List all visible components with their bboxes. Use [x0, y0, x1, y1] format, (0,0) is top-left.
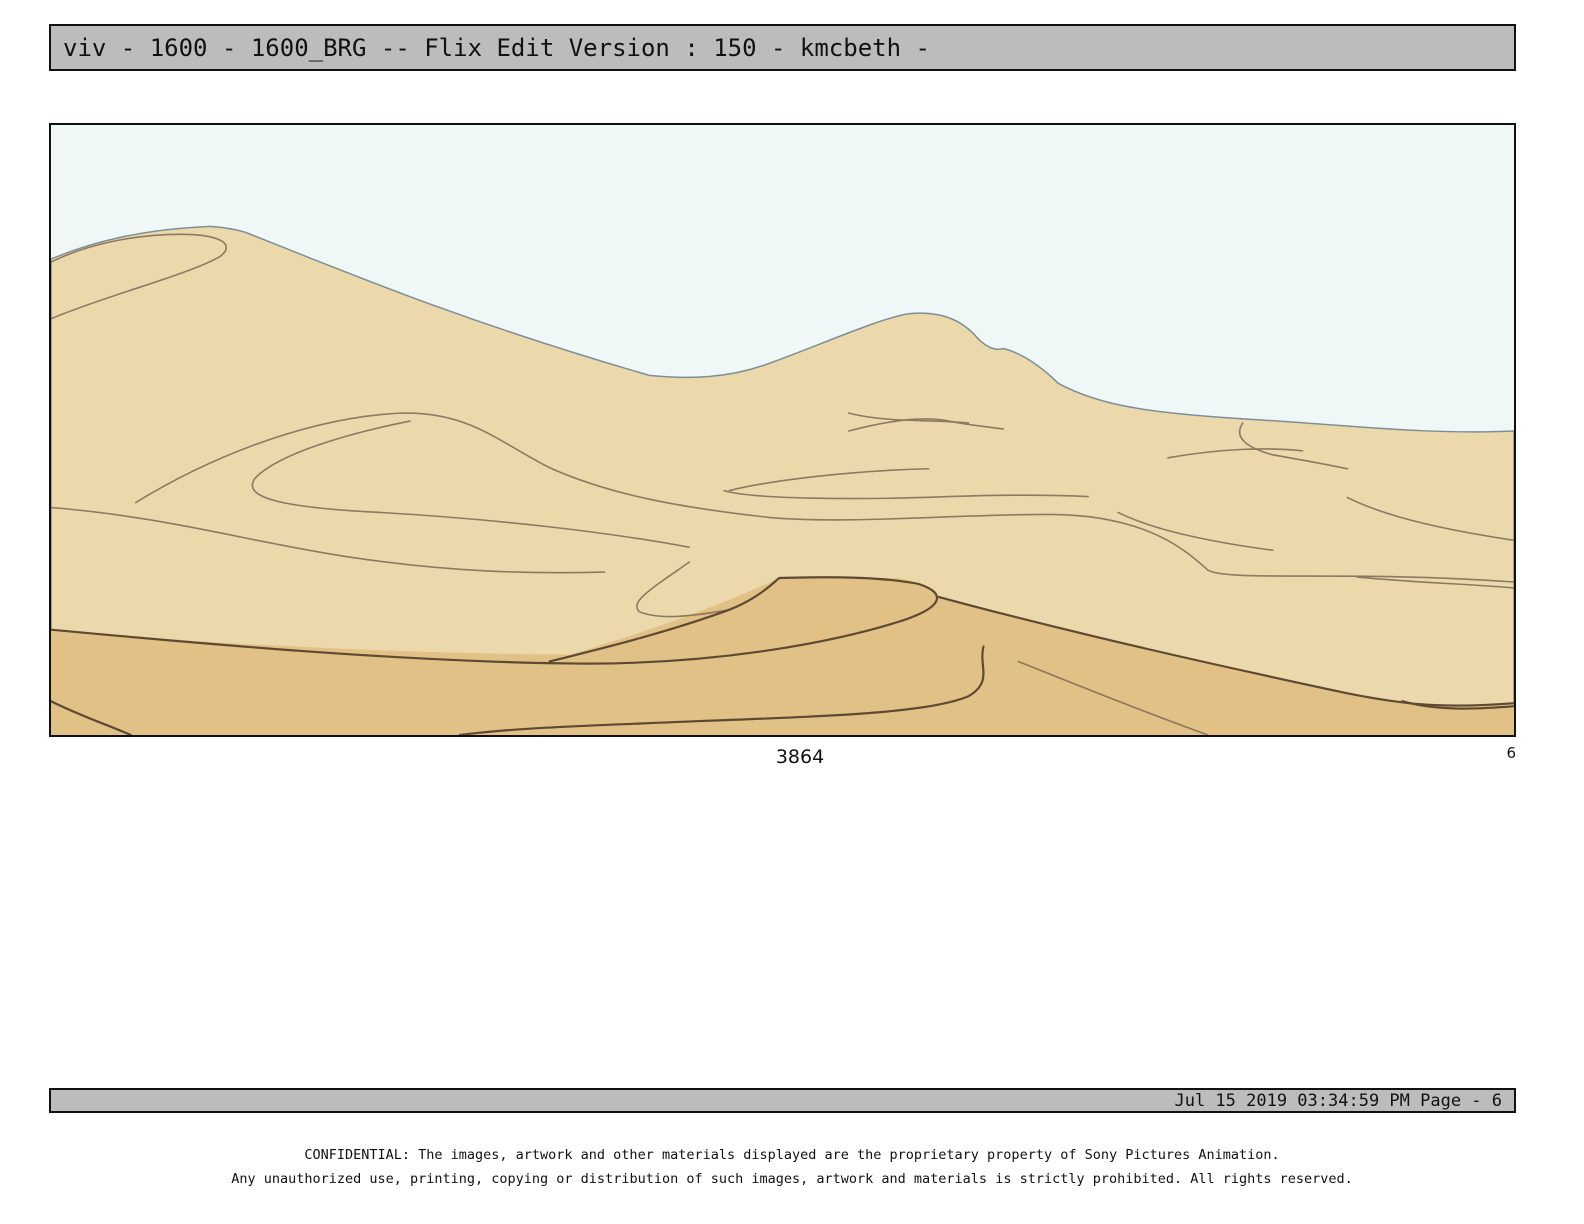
confidential-line-1: CONFIDENTIAL: The images, artwork and ot…	[304, 1147, 1280, 1163]
storyboard-panel	[49, 123, 1516, 737]
confidential-notice: CONFIDENTIAL: The images, artwork and ot…	[0, 1143, 1584, 1191]
header-title: viv - 1600 - 1600_BRG -- Flix Edit Versi…	[63, 33, 930, 62]
header-bar: viv - 1600 - 1600_BRG -- Flix Edit Versi…	[49, 24, 1516, 71]
confidential-line-2: Any unauthorized use, printing, copying …	[231, 1171, 1353, 1187]
footer-bar: Jul 15 2019 03:34:59 PM Page - 6	[49, 1088, 1516, 1113]
desert-dunes-illustration	[51, 125, 1514, 735]
footer-timestamp-page: Jul 15 2019 03:34:59 PM Page - 6	[1174, 1090, 1502, 1111]
panel-number: 3864	[775, 746, 825, 768]
panel-index: 6	[1506, 744, 1516, 762]
